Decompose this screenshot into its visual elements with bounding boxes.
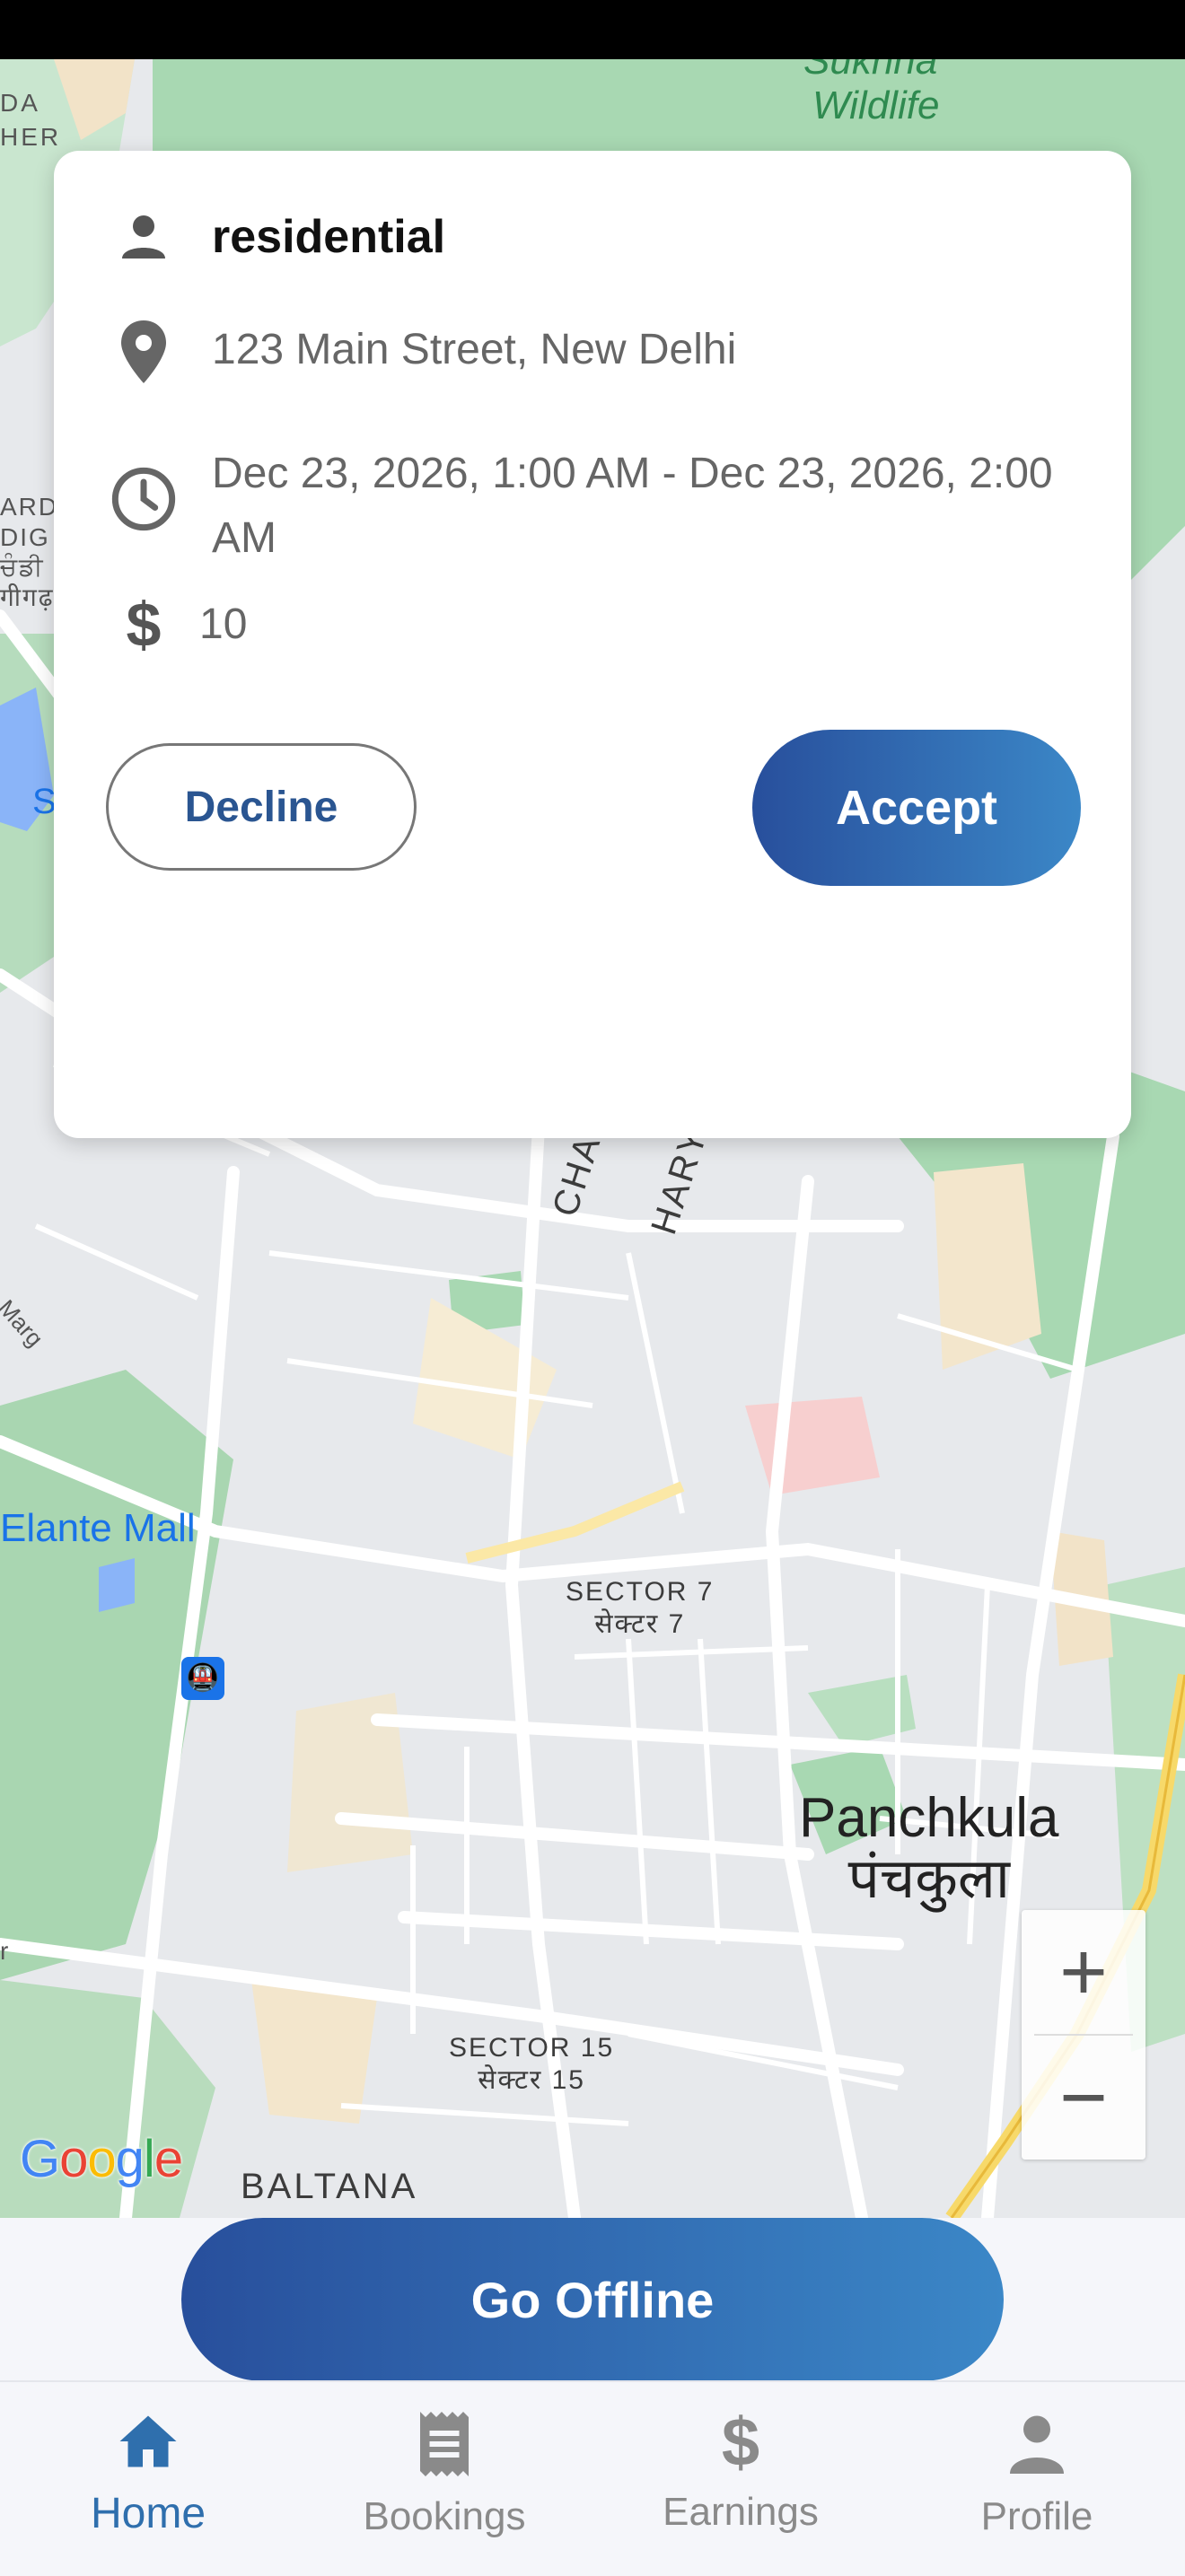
price-text: 10: [199, 600, 248, 648]
decline-button[interactable]: Decline: [106, 743, 417, 871]
time-range-text: Dec 23, 2026, 1:00 AM - Dec 23, 2026, 2:…: [212, 450, 1053, 562]
map-label-sector-15: SECTOR 15 सेक्टर 15: [449, 2033, 615, 2095]
map-label-r: r: [0, 1937, 9, 1965]
map-label-baltana: BALTANA: [241, 2167, 418, 2206]
map-label-sector-7: SECTOR 7 सेक्टर 7: [566, 1577, 715, 1639]
accept-button[interactable]: Accept: [752, 730, 1081, 886]
google-logo: Google: [20, 2130, 183, 2188]
map-label-ard-dig: ARD DIG ਚੰਡੀ गीगढ़: [0, 493, 59, 611]
metro-station-icon[interactable]: 🚇: [181, 1657, 224, 1700]
receipt-icon: [412, 2409, 477, 2484]
nav-profile-label: Profile: [980, 2494, 1093, 2538]
address-text: 123 Main Street, New Delhi: [212, 326, 737, 373]
map-label-da-her: DA HER: [0, 89, 62, 151]
nav-home[interactable]: Home: [0, 2409, 296, 2538]
nav-bookings[interactable]: Bookings: [296, 2409, 592, 2539]
dollar-icon: $: [126, 590, 162, 660]
bottom-navigation: Home Bookings $ Earnings Profile: [0, 2380, 1185, 2576]
customer-row: residential: [110, 205, 445, 269]
booking-request-card: residential 123 Main Street, New Delhi D…: [54, 151, 1131, 1138]
nav-earnings[interactable]: $ Earnings: [592, 2409, 889, 2535]
zoom-controls: + −: [1022, 1910, 1146, 2160]
map-label-elante-mall[interactable]: Elante Mall: [0, 1506, 196, 1551]
nav-earnings-label: Earnings: [663, 2490, 819, 2534]
person-icon: [110, 205, 178, 269]
price-row: $ 10: [110, 590, 248, 660]
map-label-s: S: [32, 782, 57, 821]
nav-home-label: Home: [90, 2490, 206, 2537]
status-bar: [0, 0, 1185, 59]
zoom-in-button[interactable]: +: [1022, 1910, 1146, 2034]
dollar-icon: $: [721, 2405, 760, 2481]
clock-icon: [110, 442, 178, 533]
map-label-panchkula: Panchkula पंचकुला: [799, 1787, 1059, 1911]
nav-profile[interactable]: Profile: [889, 2409, 1185, 2539]
zoom-out-button[interactable]: −: [1022, 2036, 1146, 2160]
map-label-sukhna: Sukhna: [803, 59, 938, 83]
go-offline-button[interactable]: Go Offline: [181, 2218, 1004, 2381]
customer-type: residential: [212, 211, 446, 263]
address-row: 123 Main Street, New Delhi: [110, 318, 736, 386]
map-label-wildlife: Wildlife: [812, 83, 940, 127]
time-row: Dec 23, 2026, 1:00 AM - Dec 23, 2026, 2:…: [110, 442, 1056, 571]
person-icon: [1005, 2409, 1069, 2484]
home-icon: [116, 2409, 180, 2478]
location-pin-icon: [110, 318, 178, 386]
nav-bookings-label: Bookings: [363, 2494, 526, 2538]
